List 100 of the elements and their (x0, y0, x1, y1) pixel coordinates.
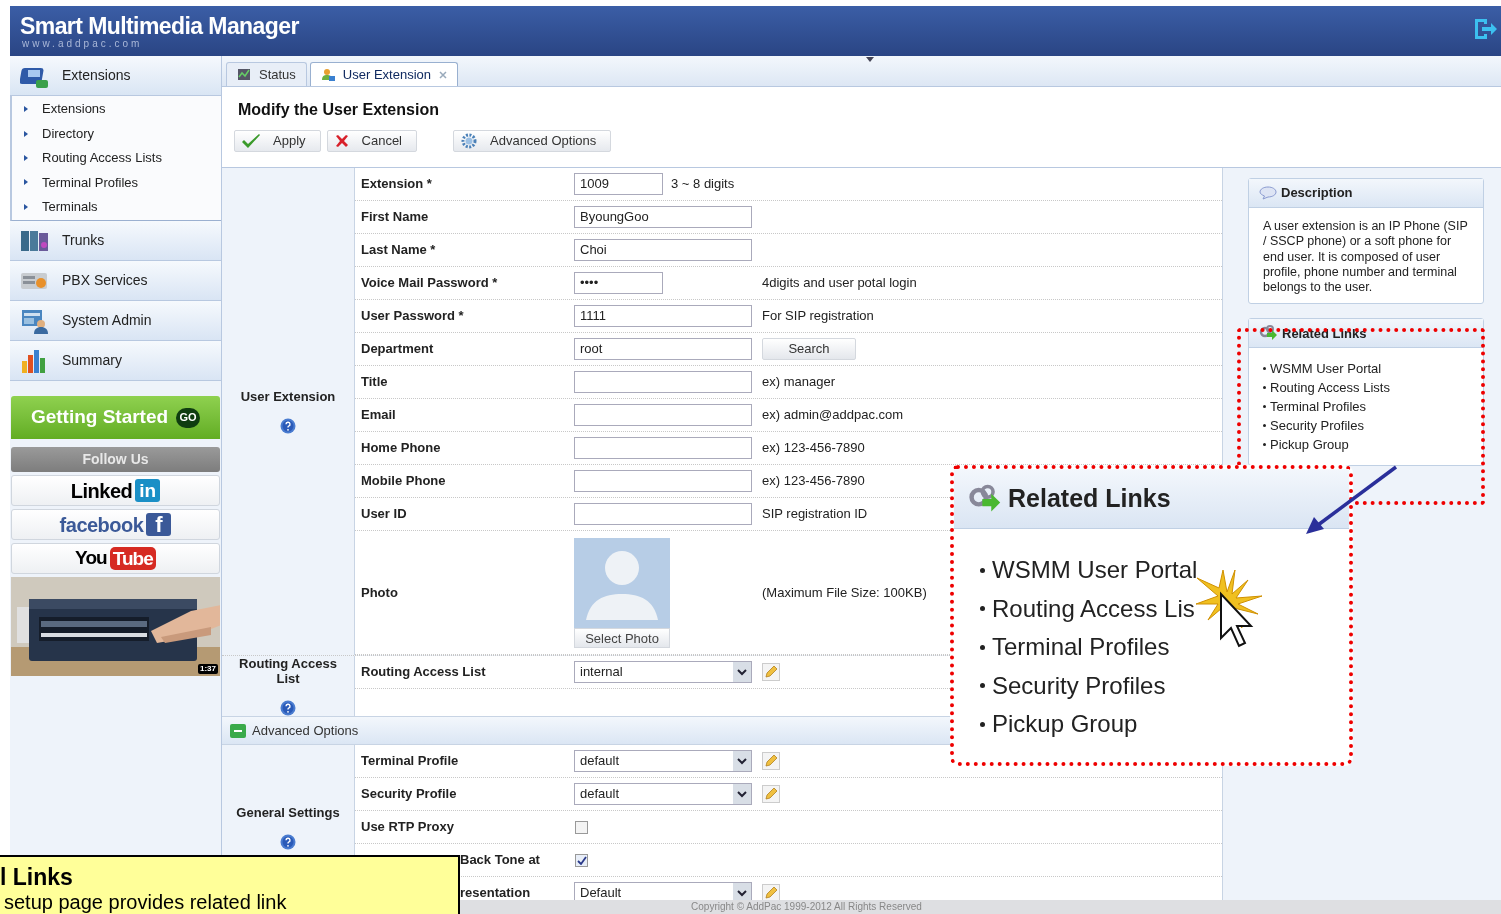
sidebar-section[interactable]: Extensions (10, 56, 221, 96)
input-field[interactable]: Choi (574, 239, 752, 261)
edit-icon (762, 752, 780, 770)
card-title: Description (1281, 184, 1353, 203)
input-field[interactable] (574, 470, 752, 492)
cancel-button[interactable]: Cancel (326, 130, 417, 152)
bullet-icon (1263, 386, 1266, 390)
avatar-silhouette-icon (574, 537, 670, 628)
field-label: First Name (360, 208, 430, 227)
field-label: Email (360, 406, 397, 425)
search-button[interactable]: Search (762, 338, 856, 360)
hint-text: ex) 123-456-7890 (762, 439, 865, 458)
related-link[interactable]: Terminal Profiles (992, 629, 1170, 666)
description-text: A user extension is an IP Phone (SIP / SSCP phone) or a soft phone for end user. It is composed of user profile, phone number and terminal belongs to the user. (1262, 218, 1469, 297)
video-duration: 1:37 (198, 664, 218, 674)
sidebar-item[interactable]: Routing Access Lists (12, 145, 221, 171)
related-link[interactable]: Pickup Group (992, 706, 1138, 743)
dropdown[interactable]: default (574, 750, 752, 772)
card-title: Related Links (1282, 324, 1367, 343)
linkedin-wordmark: Linked (70, 478, 133, 504)
input-field[interactable]: 1111 (574, 305, 752, 327)
tab[interactable]: Status (226, 62, 307, 86)
input-field[interactable]: root (574, 338, 752, 360)
sidebar-item[interactable]: Extensions (12, 97, 221, 122)
bullet-icon (24, 203, 28, 210)
input-field[interactable] (574, 503, 752, 525)
bullet-icon (24, 179, 28, 186)
hint-text: For SIP registration (762, 307, 874, 326)
sidebar-item[interactable]: Terminal Profiles (12, 170, 221, 195)
edit-icon (762, 785, 780, 803)
follow-us-heading: Follow Us (11, 447, 220, 472)
help-icon (280, 700, 296, 716)
related-link[interactable]: Routing Access Lists (1270, 378, 1390, 398)
hint-text: SIP registration ID (762, 505, 868, 524)
close-icon (439, 70, 447, 79)
gear-icon (460, 132, 478, 150)
logout-icon[interactable] (1472, 16, 1498, 42)
caret-icon (733, 662, 751, 682)
related-link[interactable]: Security Profiles (1270, 416, 1364, 436)
help-icon (280, 834, 296, 850)
sidebar-section[interactable]: PBX Services (10, 261, 221, 301)
related-link[interactable]: WSMM User Portal (1270, 359, 1382, 379)
app-title: Smart Multimedia Manager (20, 15, 299, 38)
app-subtitle: www.addpac.com (22, 39, 143, 49)
note-text: setup page provides related link (4, 892, 287, 913)
input-field[interactable] (574, 404, 752, 426)
sidebar-section[interactable]: Summary (10, 341, 221, 381)
bullet-icon (980, 644, 985, 650)
social-link[interactable]: Linked in (11, 475, 220, 506)
input-field[interactable]: •••• (574, 272, 663, 294)
sidebar-item[interactable]: Directory (12, 121, 221, 146)
advanced-button[interactable]: Advanced Options (453, 130, 612, 152)
sidebar-item[interactable]: Terminals (12, 194, 221, 220)
dropdown[interactable]: internal (574, 661, 752, 683)
checkbox[interactable] (575, 820, 588, 834)
select-photo-button[interactable]: Select Photo (574, 627, 670, 648)
input-field[interactable]: 1009 (574, 173, 663, 195)
linkedin-logo: in (135, 479, 161, 502)
note-title: l Links (0, 864, 73, 890)
field-label: Photo (360, 583, 399, 602)
checkbox[interactable] (575, 853, 588, 867)
related-link[interactable]: WSMM User Portal (992, 552, 1198, 589)
field-label: Terminal Profile (360, 752, 460, 771)
speech-bubble-icon (1259, 186, 1277, 200)
related-link[interactable]: Pickup Group (1270, 435, 1349, 455)
social-link[interactable]: You Tube (11, 543, 220, 574)
group-title: Routing Access List (238, 656, 338, 686)
tab[interactable]: User Extension (309, 62, 458, 86)
callout-title: Related Links (1008, 482, 1171, 514)
hint-text: ex) manager (762, 373, 835, 392)
field-label: User ID (360, 505, 408, 524)
input-field[interactable] (574, 437, 752, 459)
advanced-options-bar[interactable]: Advanced Options (222, 716, 950, 745)
related-link[interactable]: Terminal Profiles (1270, 397, 1367, 417)
related-link[interactable]: Routing Access Lis (992, 590, 1195, 627)
getting-started-button[interactable]: Getting Started GO (11, 396, 220, 439)
field-label: Mobile Phone (360, 472, 447, 491)
bullet-icon (1263, 443, 1266, 447)
field-label: Department (360, 340, 435, 359)
field-label: Title (360, 373, 389, 392)
youtube-wordmark: You (75, 546, 107, 571)
hint-text: ex) 123-456-7890 (762, 472, 865, 491)
facebook-wordmark: facebook (59, 512, 144, 538)
sidebar-section[interactable]: System Admin (10, 301, 221, 341)
dropdown[interactable]: default (574, 783, 752, 805)
youtube-logo: Tube (109, 547, 156, 570)
social-link[interactable]: facebook f (11, 509, 220, 540)
sidebar-section[interactable]: Trunks (10, 221, 221, 261)
input-field[interactable]: ByoungGoo (574, 206, 752, 228)
bullet-icon (980, 606, 985, 612)
field-label: Routing Access List (360, 663, 487, 682)
apply-button[interactable]: Apply (234, 130, 321, 152)
field-label: Use RTP Proxy (360, 818, 455, 837)
group-title: User Extension (240, 389, 336, 404)
link-icon (1259, 325, 1278, 342)
related-link[interactable]: Security Profiles (992, 667, 1166, 704)
hint-text: (Maximum File Size: 100KB) (762, 583, 927, 602)
bullet-icon (980, 721, 985, 727)
input-field[interactable] (574, 371, 752, 393)
caret-icon (733, 784, 751, 804)
